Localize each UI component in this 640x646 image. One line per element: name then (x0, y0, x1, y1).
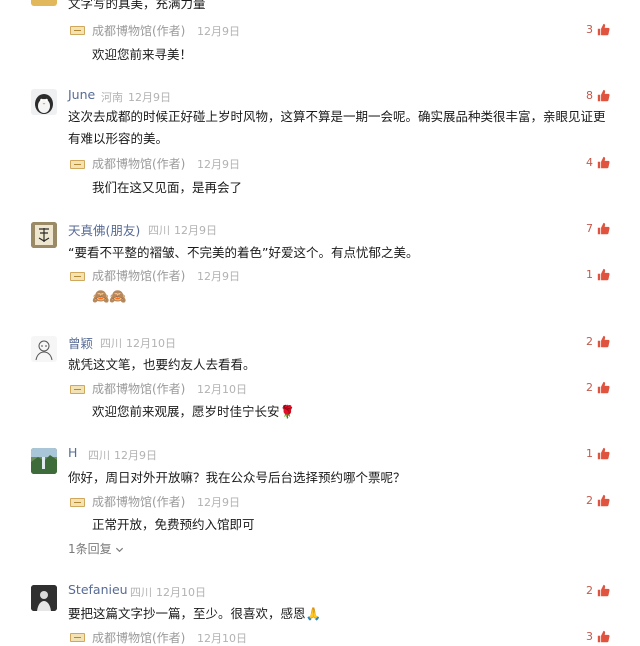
like-button[interactable]: 2 (586, 335, 610, 348)
comment-region: 四川 (100, 337, 122, 350)
comment-username[interactable]: 天真佛(朋友) (68, 220, 140, 239)
like-count: 2 (586, 381, 593, 394)
reply-text: 正常开放，免费预约入馆即可 (92, 517, 255, 532)
like-count: 1 (586, 268, 593, 281)
comment-text: 这次去成都的时候正好碰上岁时风物，这算不算是一期一会呢。确实展品种类很丰富，亲眼… (68, 109, 606, 146)
like-count: 3 (586, 630, 593, 643)
reply-text: 欢迎您前来观展，愿岁时佳宁长安🌹 (92, 404, 296, 419)
thumbs-up-icon (597, 23, 610, 36)
like-count: 2 (586, 335, 593, 348)
comment-text: “要看不平整的褶皱、不完美的着色”好爱这个。有点忧郁之美。 (68, 245, 419, 260)
museum-logo-icon (70, 26, 85, 35)
reply-date: 12月9日 (197, 496, 240, 509)
comment-username[interactable]: H (68, 445, 77, 460)
comment-username[interactable]: June (68, 87, 95, 102)
penguin-avatar-icon (35, 94, 53, 114)
comment-text: 你好，周日对外开放嘛？我在公众号后台选择预约哪个票呢？ (68, 470, 406, 485)
reply-date: 12月9日 (197, 25, 240, 38)
comment-text: 要把这篇文字抄一篇，至少。很喜欢，感恩🙏 (68, 606, 322, 621)
avatar[interactable] (31, 222, 57, 248)
comment-region: 四川 (88, 449, 110, 462)
thumbs-up-icon (597, 335, 610, 348)
reply-text: 我们在这又见面，是再会了 (92, 180, 243, 195)
expand-replies-label: 1条回复 (68, 542, 112, 556)
museum-logo-icon (70, 272, 85, 281)
thumbs-up-icon (597, 89, 610, 102)
like-button[interactable]: 2 (586, 381, 610, 394)
reply-author[interactable]: 成都博物馆(作者) (92, 629, 185, 646)
like-count: 8 (586, 89, 593, 102)
expand-replies-button[interactable]: 1条回复 (68, 540, 124, 557)
reply-text: 🙈🙈 (92, 289, 127, 305)
thumbs-up-icon (597, 222, 610, 235)
avatar[interactable] (31, 336, 57, 362)
reply-author[interactable]: 成都博物馆(作者) (92, 267, 185, 284)
comment-region: 四川 (148, 224, 170, 237)
reply-author[interactable]: 成都博物馆(作者) (92, 380, 185, 397)
comment-username[interactable]: Stefanieu (68, 582, 128, 597)
reply-author[interactable]: 成都博物馆(作者) (92, 22, 185, 39)
like-count: 7 (586, 222, 593, 235)
like-button[interactable]: 7 (586, 222, 610, 235)
comment-region: 河南 (101, 91, 123, 104)
like-button[interactable]: 2 (586, 584, 610, 597)
reply-date: 12月10日 (197, 632, 247, 645)
comment-date: 12月9日 (114, 449, 157, 462)
like-count: 2 (586, 494, 593, 507)
chevron-down-icon (116, 547, 124, 553)
like-button[interactable]: 4 (586, 156, 610, 169)
like-button[interactable]: 1 (586, 447, 610, 460)
calligraphy-avatar-icon (31, 222, 57, 248)
museum-logo-icon (70, 160, 85, 169)
landscape-avatar-icon (31, 448, 57, 474)
thumbs-up-icon (597, 268, 610, 281)
avatar[interactable] (31, 89, 57, 115)
like-button[interactable]: 3 (586, 630, 610, 643)
comment-text: 就凭这文笔，也要约友人去看看。 (68, 357, 256, 372)
museum-logo-icon (70, 385, 85, 394)
like-count: 3 (586, 23, 593, 36)
avatar[interactable] (31, 585, 57, 611)
reply-text: 欢迎您前来寻美！ (92, 47, 193, 62)
sketch-avatar-icon (35, 340, 53, 361)
reply-date: 12月10日 (197, 383, 247, 396)
like-count: 1 (586, 447, 593, 460)
comment-date: 12月10日 (156, 586, 206, 599)
thumbs-up-icon (597, 630, 610, 643)
like-count: 2 (586, 584, 593, 597)
like-button[interactable]: 8 (586, 89, 610, 102)
thumbs-up-icon (597, 494, 610, 507)
reply-author[interactable]: 成都博物馆(作者) (92, 493, 185, 510)
comment-username[interactable]: 曾颖 (68, 333, 93, 352)
like-button[interactable]: 2 (586, 494, 610, 507)
comment-feed: 文字写的真美，充满力量 成都博物馆(作者) 12月9日 3 欢迎您前来寻美！ J… (0, 0, 640, 645)
reply-author[interactable]: 成都博物馆(作者) (92, 155, 185, 172)
avatar[interactable] (31, 448, 57, 474)
like-button[interactable]: 1 (586, 268, 610, 281)
reply-date: 12月9日 (197, 270, 240, 283)
comment-date: 12月9日 (128, 91, 171, 104)
avatar[interactable] (31, 0, 57, 6)
thumbs-up-icon (597, 156, 610, 169)
comment-text: 文字写的真美，充满力量 (68, 0, 206, 11)
thumbs-up-icon (597, 447, 610, 460)
comment-region: 四川 (130, 586, 152, 599)
comment-date: 12月10日 (126, 337, 176, 350)
thumbs-up-icon (597, 381, 610, 394)
museum-logo-icon (70, 633, 85, 642)
like-button[interactable]: 3 (586, 23, 610, 36)
like-count: 4 (586, 156, 593, 169)
portrait-avatar-icon (31, 585, 57, 611)
thumbs-up-icon (597, 584, 610, 597)
museum-logo-icon (70, 498, 85, 507)
comment-date: 12月9日 (174, 224, 217, 237)
reply-date: 12月9日 (197, 158, 240, 171)
